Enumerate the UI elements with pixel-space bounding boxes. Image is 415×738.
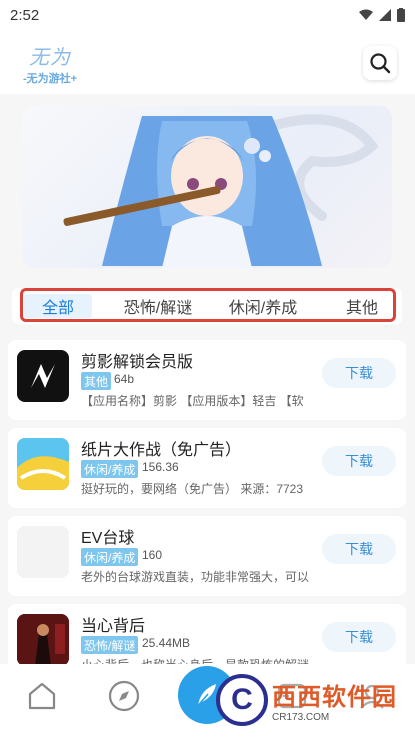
app-description: 【应用名称】剪影 【应用版本】轻吉 【软 xyxy=(81,394,304,408)
search-button[interactable] xyxy=(363,46,397,80)
tab-other[interactable]: 其他 xyxy=(342,294,382,318)
app-icon xyxy=(17,350,69,402)
nav-discover[interactable] xyxy=(104,676,144,716)
capcut-logo-icon xyxy=(31,364,55,388)
app-description: 挺好玩的，要网络（免广告） 来源：7723 xyxy=(81,482,304,496)
download-button[interactable]: 下载 xyxy=(322,446,396,476)
download-button[interactable]: 下载 xyxy=(322,534,396,564)
watermark-title: 西西软件园 xyxy=(272,684,397,711)
banner-image[interactable] xyxy=(22,106,392,268)
banner-illustration xyxy=(63,114,379,268)
watermark: C 西西软件园 CR173.COM xyxy=(216,672,412,728)
battery-icon xyxy=(397,8,405,22)
horror-game-icon xyxy=(17,614,69,664)
app-size: 64b xyxy=(114,372,135,386)
app-title: 当心背后 xyxy=(81,618,146,635)
status-icons xyxy=(359,8,405,22)
tab-horror-puzzle[interactable]: 恐怖/解谜 xyxy=(114,294,202,318)
app-card[interactable]: 当心背后 恐怖/解谜 25.44MB 小心背后，也称当心身后，是款恐怖的解谜 下… xyxy=(8,604,406,664)
app-title: EV台球 xyxy=(81,530,135,547)
app-card[interactable]: 剪影解锁会员版 其他 64b 【应用名称】剪影 【应用版本】轻吉 【软 下载 xyxy=(8,340,406,420)
watermark-url: CR173.COM xyxy=(272,712,330,723)
wifi-icon xyxy=(359,9,373,20)
watermark-letter: C xyxy=(231,683,253,716)
watermark-logo: C xyxy=(216,674,268,726)
app-description: 小心背后，也称当心身后，是款恐怖的解谜 xyxy=(81,656,317,664)
app-title: 纸片大作战（免广告） xyxy=(81,442,242,459)
category-tag: 休闲/养成 xyxy=(81,460,139,478)
nav-home[interactable] xyxy=(22,676,62,716)
tab-all[interactable]: 全部 xyxy=(24,294,92,318)
status-time: 2:52 xyxy=(10,6,40,24)
category-tag: 休闲/养成 xyxy=(81,548,139,566)
app-icon xyxy=(17,438,69,490)
app-description: 老外的台球游戏直装，功能非常强大，可以 xyxy=(81,570,310,584)
app-size: 156.36 xyxy=(142,460,179,474)
download-button[interactable]: 下载 xyxy=(322,622,396,652)
app-logo: 无为 -无为游社+ xyxy=(16,38,84,88)
status-bar: 2:52 xyxy=(0,0,415,30)
watermark-text: 西西软件园 CR173.COM xyxy=(272,677,397,723)
paper-io-icon xyxy=(17,438,69,490)
header: 无为 -无为游社+ xyxy=(0,30,415,94)
app-title: 剪影解锁会员版 xyxy=(81,354,194,371)
signal-icon xyxy=(379,9,391,21)
search-icon xyxy=(370,53,391,74)
category-tag: 其他 xyxy=(81,372,112,390)
app-size: 160 xyxy=(142,548,163,562)
app-size: 25.44MB xyxy=(142,636,191,650)
tab-casual-raising[interactable]: 休闲/养成 xyxy=(218,294,308,318)
app-card[interactable]: 纸片大作战（免广告） 休闲/养成 156.36 挺好玩的，要网络（免广告） 来源… xyxy=(8,428,406,508)
compass-icon xyxy=(108,680,140,712)
category-tabs: 全部 恐怖/解谜 休闲/养成 其他 xyxy=(12,288,402,324)
app-icon xyxy=(17,614,69,664)
logo-text: -无为游社+ xyxy=(22,72,78,85)
category-tag: 恐怖/解谜 xyxy=(81,636,139,654)
download-button[interactable]: 下载 xyxy=(322,358,396,388)
app-icon xyxy=(17,526,69,578)
app-card[interactable]: EV台球 休闲/养成 160 老外的台球游戏直装，功能非常强大，可以 下载 xyxy=(8,516,406,596)
home-icon xyxy=(28,682,56,710)
logo-script: 无为 xyxy=(29,44,71,69)
main-content: 全部 恐怖/解谜 休闲/养成 其他 剪影解锁会员版 其他 64b 【应用名称】剪… xyxy=(0,94,415,664)
